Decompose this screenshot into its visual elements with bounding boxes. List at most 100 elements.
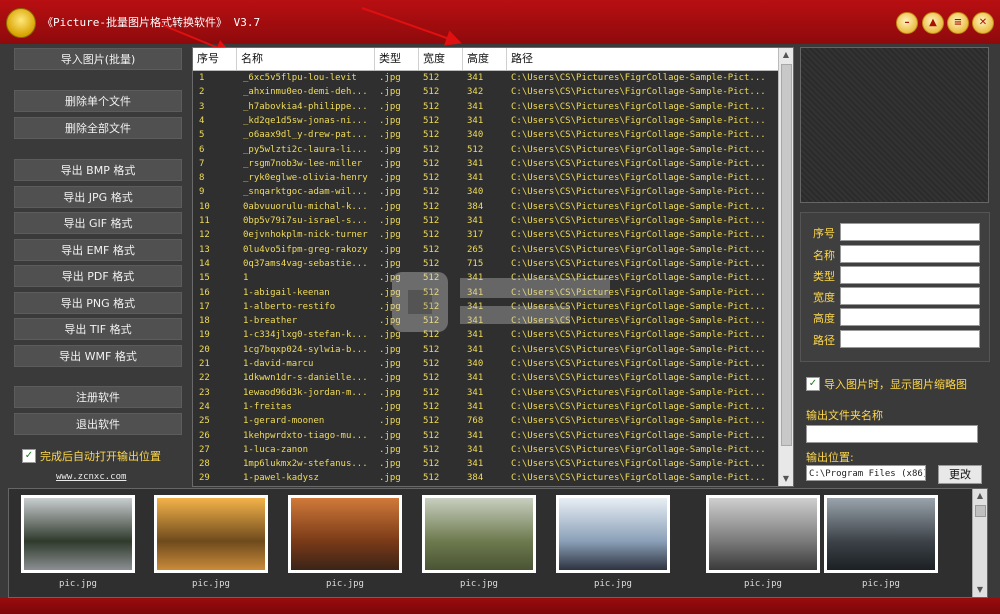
table-cell: .jpg — [379, 73, 401, 83]
table-row[interactable]: 5 _o6aax9dl_y-drew-pat... .jpg 512 340 C:\Use… — [193, 128, 779, 142]
thumbnail[interactable] — [824, 495, 938, 573]
export-bmp-button[interactable]: 导出 BMP 格式 — [14, 159, 182, 181]
change-path-button[interactable]: 更改 — [938, 465, 982, 484]
scroll-thumb[interactable] — [781, 64, 792, 446]
table-cell: .jpg — [379, 401, 401, 412]
thumbnail-label: pic.jpg — [862, 579, 900, 589]
table-row[interactable]: 3 _h7abovkia4-philippe... .jpg 512 341 C:\Use… — [193, 100, 779, 114]
register-button[interactable]: 注册软件 — [14, 386, 182, 408]
export-tif-button[interactable]: 导出 TIF 格式 — [14, 318, 182, 340]
cactus-sunset-photo — [157, 498, 265, 570]
table-row[interactable]: 4 _kd2qe1d5sw-jonas-ni... .jpg 512 341 C:\Use… — [193, 114, 779, 128]
table-cell: C:\Users\CS\Pictures\FigrCollage-Sample-… — [511, 301, 766, 312]
scroll-down-icon[interactable]: ▼ — [779, 472, 793, 486]
scroll-up-icon[interactable]: ▲ — [779, 48, 793, 62]
prop-label-width: 宽度 — [813, 291, 835, 304]
skin-icon[interactable]: ▲ — [922, 12, 944, 34]
table-row[interactable]: 25 1-gerard-moonen .jpg 512 768 C:\Users\CS\P… — [193, 414, 779, 428]
show-thumbnail-checkbox[interactable]: ✓ — [806, 377, 820, 391]
thumbnail[interactable] — [556, 495, 670, 573]
table-cell: 342 — [467, 87, 484, 98]
table-row[interactable]: 17 1-alberto-restifo .jpg 512 341 C:\Users\CS… — [193, 300, 779, 314]
eiffel-tower-photo — [709, 498, 817, 570]
table-row[interactable]: 19 1-c334jlxg0-stefan-k... .jpg 512 341 C:\Us… — [193, 328, 779, 342]
auto-open-checkbox[interactable]: ✓ — [22, 449, 36, 463]
table-cell: 1-pawel-kadysz — [243, 473, 319, 484]
table-row[interactable]: 18 1-breather .jpg 512 341 C:\Users\CS\Pictur… — [193, 314, 779, 328]
website-link[interactable]: www.zcnxc.com — [56, 472, 126, 482]
thumbnail[interactable] — [154, 495, 268, 573]
prop-name-field[interactable] — [840, 245, 980, 263]
table-cell: 341 — [467, 273, 484, 284]
column-header-width[interactable]: 宽度 — [419, 48, 463, 70]
table-row[interactable]: 29 1-pawel-kadysz .jpg 512 384 C:\Users\CS\Pi… — [193, 471, 779, 485]
delete-all-button[interactable]: 删除全部文件 — [14, 117, 182, 139]
export-emf-button[interactable]: 导出 EMF 格式 — [14, 239, 182, 261]
minimize-icon[interactable]: – — [896, 12, 918, 34]
export-pdf-button[interactable]: 导出 PDF 格式 — [14, 265, 182, 287]
table-row[interactable]: 13 0lu4vo5ifpm-greg-rakozy .jpg 512 265 C:\Us… — [193, 243, 779, 257]
table-row[interactable]: 6 _py5wlzti2c-laura-li... .jpg 512 512 C:\Use… — [193, 143, 779, 157]
table-row[interactable]: 9 _snqarktgoc-adam-wil... .jpg 512 340 C:\Use… — [193, 185, 779, 199]
table-row[interactable]: 27 1-luca-zanon .jpg 512 341 C:\Users\CS\Pict… — [193, 443, 779, 457]
scroll-up-icon[interactable]: ▲ — [973, 489, 987, 503]
table-row[interactable]: 16 1-abigail-keenan .jpg 512 341 C:\Users\CS\… — [193, 286, 779, 300]
scroll-down-icon[interactable]: ▼ — [973, 583, 987, 597]
table-row[interactable]: 20 1cg7bqxp024-sylwia-b... .jpg 512 341 C:\Us… — [193, 343, 779, 357]
column-header-type[interactable]: 类型 — [375, 48, 419, 70]
thumbnail[interactable] — [288, 495, 402, 573]
table-row[interactable]: 7 _rsgm7nob3w-lee-miller .jpg 512 341 C:\User… — [193, 157, 779, 171]
table-row[interactable]: 23 1ewaod96d3k-jordan-m... .jpg 512 341 C:\Us… — [193, 386, 779, 400]
output-path-field[interactable]: C:\Program Files (x86) — [806, 465, 926, 481]
prop-index-field[interactable] — [840, 223, 980, 241]
prop-height-field[interactable] — [840, 308, 980, 326]
prop-type-field[interactable] — [840, 266, 980, 284]
app-logo-icon — [6, 8, 36, 38]
table-row[interactable]: 22 1dkwwn1dr-s-danielle... .jpg 512 341 C:\Us… — [193, 371, 779, 385]
prop-width-field[interactable] — [840, 287, 980, 305]
table-row[interactable]: 26 1kehpwrdxto-tiago-mu... .jpg 512 341 C:\Us… — [193, 429, 779, 443]
table-cell: 1-luca-zanon — [243, 444, 309, 455]
table-row[interactable]: 24 1-freitas .jpg 512 341 C:\Users\CS\Picture… — [193, 400, 779, 414]
thumbnail-label: pic.jpg — [326, 579, 364, 589]
column-header-index[interactable]: 序号 — [193, 48, 237, 70]
table-cell: .jpg — [379, 130, 401, 141]
table-row[interactable]: 10 0abvuuorulu-michal-k... .jpg 512 384 C:\Us… — [193, 200, 779, 214]
table-cell: 0ejvnhokplm-nick-turner — [243, 230, 368, 241]
column-header-height[interactable]: 高度 — [463, 48, 507, 70]
table-row[interactable]: 28 1mp6lukmx2w-stefanus... .jpg 512 341 C:\Us… — [193, 457, 779, 471]
column-header-name[interactable]: 名称 — [237, 48, 375, 70]
table-row[interactable]: 12 0ejvnhokplm-nick-turner .jpg 512 317 C:\Us… — [193, 228, 779, 242]
menu-icon[interactable]: ≡ — [947, 12, 969, 34]
table-row[interactable]: 11 0bp5v79i7su-israel-s... .jpg 512 341 C:\Us… — [193, 214, 779, 228]
table-row[interactable]: 14 0q37ams4vag-sebastie... .jpg 512 715 C:\Us… — [193, 257, 779, 271]
thumbnail[interactable] — [21, 495, 135, 573]
show-thumbnail-option[interactable]: ✓ 导入图片时，显示图片缩略图 — [806, 376, 967, 392]
table-cell: C:\Users\CS\Pictures\FigrCollage-Sample-… — [511, 459, 766, 470]
export-png-button[interactable]: 导出 PNG 格式 — [14, 292, 182, 314]
thumbnail-scrollbar[interactable]: ▲ ▼ — [972, 489, 987, 597]
table-row[interactable]: 2 _ahxinmu0eo-demi-deh... .jpg 512 342 C:\Use… — [193, 85, 779, 99]
table-scrollbar[interactable]: ▲ ▼ — [778, 48, 793, 486]
export-wmf-button[interactable]: 导出 WMF 格式 — [14, 345, 182, 367]
table-cell: 341 — [467, 73, 484, 83]
scroll-thumb[interactable] — [975, 505, 986, 517]
column-header-path[interactable]: 路径 — [507, 48, 779, 70]
exit-button[interactable]: 退出软件 — [14, 413, 182, 435]
export-gif-button[interactable]: 导出 GIF 格式 — [14, 212, 182, 234]
thumbnail[interactable] — [422, 495, 536, 573]
delete-single-button[interactable]: 删除单个文件 — [14, 90, 182, 112]
import-images-button[interactable]: 导入图片(批量) — [14, 48, 182, 70]
export-jpg-button[interactable]: 导出 JPG 格式 — [14, 186, 182, 208]
thumbnail[interactable] — [706, 495, 820, 573]
table-cell: 512 — [423, 416, 440, 427]
close-icon[interactable]: ✕ — [972, 12, 994, 34]
table-cell: _h7abovkia4-philippe... — [243, 101, 368, 112]
output-folder-input[interactable] — [806, 425, 978, 443]
auto-open-option[interactable]: ✓ 完成后自动打开输出位置 — [22, 448, 161, 464]
table-row[interactable]: 21 1-david-marcu .jpg 512 340 C:\Users\CS\Pic… — [193, 357, 779, 371]
table-row[interactable]: 15 1 .jpg 512 341 C:\Users\CS\Pictures\FigrCo… — [193, 271, 779, 285]
prop-path-field[interactable] — [840, 330, 980, 348]
table-row[interactable]: 8 _ryk0eglwe-olivia-henry .jpg 512 341 C:\Use… — [193, 171, 779, 185]
table-row[interactable]: 1 _6xc5v5flpu-lou-levit .jpg 512 341 C:\Users… — [193, 71, 779, 85]
